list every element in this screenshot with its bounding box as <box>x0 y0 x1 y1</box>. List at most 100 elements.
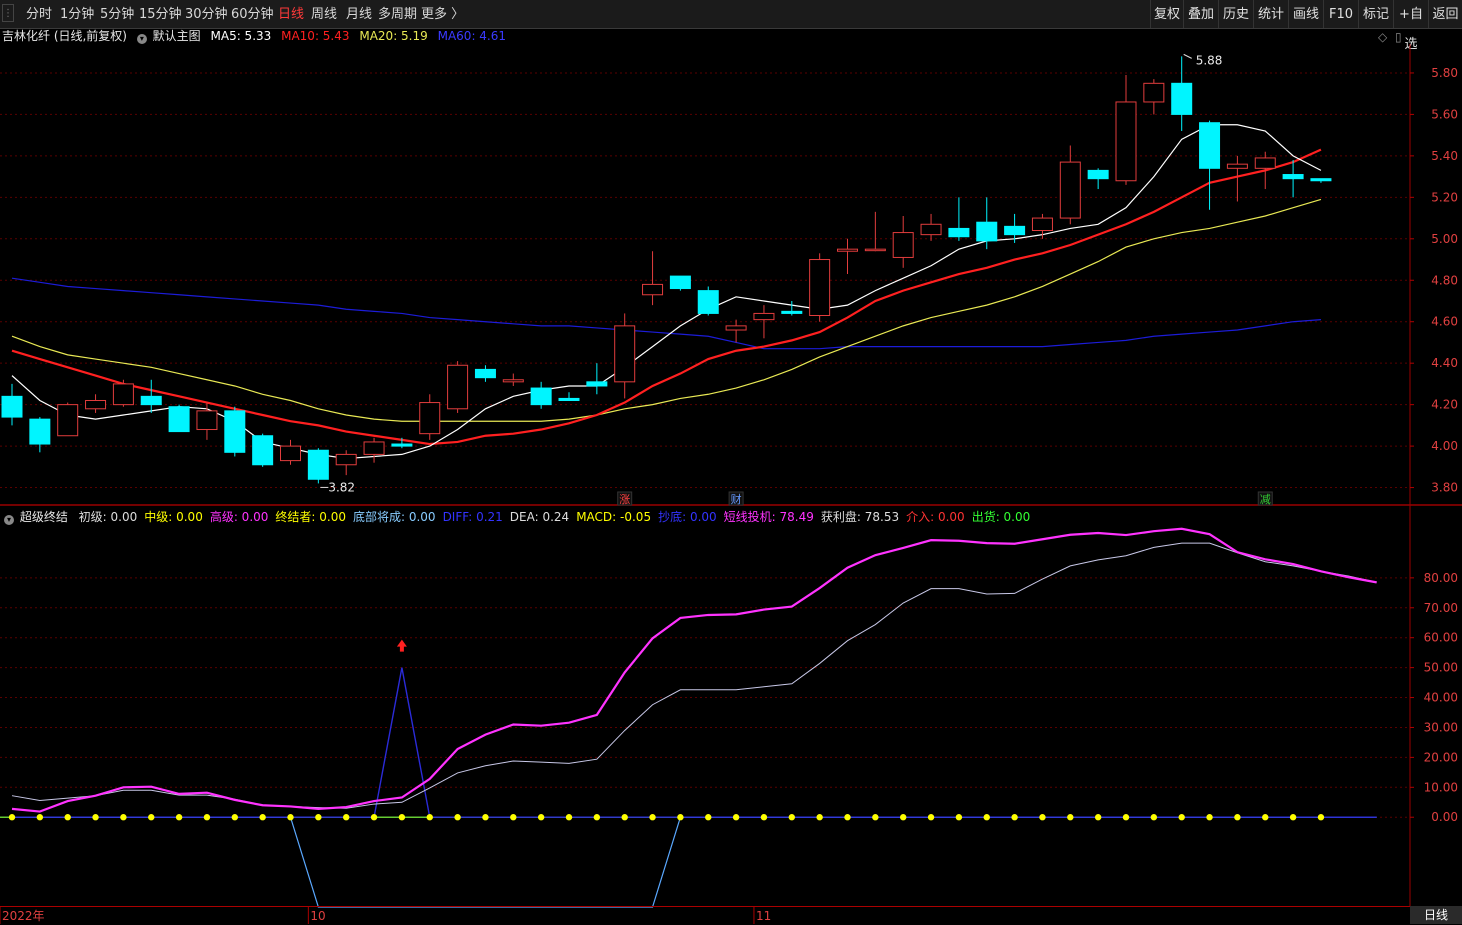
candle-body-41[interactable] <box>1143 82 1165 103</box>
candle-body-32[interactable] <box>892 232 914 258</box>
profit-line <box>11 542 1377 809</box>
signal-dot-41 <box>1150 814 1158 821</box>
signal-dot-44 <box>1234 814 1241 821</box>
main-tick-label-9: 5.60 <box>1431 107 1458 121</box>
signal-dot-21 <box>593 814 601 821</box>
candle-body-20[interactable] <box>558 397 580 401</box>
candle-body-5[interactable] <box>140 395 162 406</box>
sub-tick-label-3: 30.00 <box>1424 720 1458 734</box>
candle-body-25[interactable] <box>697 290 719 314</box>
signal-dot-30 <box>844 814 851 821</box>
main-tick-label-6: 5.00 <box>1431 232 1458 246</box>
candle-body-13[interactable] <box>363 441 385 455</box>
candle-body-14[interactable] <box>391 443 413 447</box>
signal-dot-36 <box>1011 814 1018 821</box>
signal-dot-11 <box>315 814 322 821</box>
candle-body-10[interactable] <box>280 445 301 462</box>
sub-tick-label-6: 60.00 <box>1424 631 1458 645</box>
candle-body-30[interactable] <box>837 248 858 252</box>
candle-body-16[interactable] <box>447 364 469 410</box>
candle-body-43[interactable] <box>1199 122 1221 169</box>
candle-body-38[interactable] <box>1059 161 1081 219</box>
signal-dot-5 <box>148 814 155 821</box>
signal-dot-0 <box>8 814 16 821</box>
candle-body-36[interactable] <box>1004 225 1026 236</box>
candle-body-29[interactable] <box>809 259 831 316</box>
signal-dot-43 <box>1206 814 1213 821</box>
signal-dot-16 <box>454 814 461 821</box>
candle-body-26[interactable] <box>725 325 747 331</box>
signal-dot-23 <box>649 814 656 821</box>
candle-body-7[interactable] <box>196 410 218 431</box>
candle-body-9[interactable] <box>252 435 274 466</box>
sub-tick-label-0: 0.00 <box>1431 810 1458 824</box>
candle-body-17[interactable] <box>474 368 496 379</box>
candle-body-19[interactable] <box>530 387 552 406</box>
sub-tick-label-5: 50.00 <box>1424 661 1458 675</box>
candle-body-28[interactable] <box>781 310 803 314</box>
signal-dot-14 <box>398 814 406 821</box>
candle-body-1[interactable] <box>29 418 51 445</box>
candle-body-46[interactable] <box>1282 174 1304 180</box>
signal-dot-19 <box>537 814 545 821</box>
signal-dot-39 <box>1094 814 1102 821</box>
sub-tick-label-1: 10.00 <box>1424 780 1458 794</box>
candle-body-37[interactable] <box>1031 217 1053 232</box>
signal-dot-17 <box>482 814 489 821</box>
candle-body-12[interactable] <box>335 453 357 466</box>
candle-body-4[interactable] <box>112 383 134 406</box>
signal-dot-12 <box>343 814 350 821</box>
signal-dot-31 <box>872 814 879 821</box>
signal-dot-7 <box>203 814 211 821</box>
main-tick-label-1: 4.00 <box>1431 439 1458 453</box>
candle-body-18[interactable] <box>502 379 524 383</box>
sub-tick-label-2: 20.00 <box>1424 750 1458 764</box>
main-tick-label-5: 4.80 <box>1431 273 1458 287</box>
signal-dot-2 <box>64 814 71 821</box>
candle-body-22[interactable] <box>614 325 636 383</box>
candle-body-15[interactable] <box>419 402 441 435</box>
candle-body-24[interactable] <box>669 275 691 290</box>
signal-dot-6 <box>175 814 183 821</box>
main-tick-label-10: 5.80 <box>1431 66 1458 80</box>
buy-signal-arrow-icon <box>396 639 407 652</box>
sub-tick-label-7: 70.00 <box>1424 601 1458 615</box>
candle-body-11[interactable] <box>307 449 329 480</box>
signal-dot-8 <box>231 814 238 821</box>
signal-dot-4 <box>120 814 127 821</box>
speculation-line <box>11 527 1377 813</box>
candle-body-34[interactable] <box>948 227 970 238</box>
candle-body-33[interactable] <box>920 223 942 236</box>
event-marker-1: 财 <box>731 492 742 506</box>
bottom-forming-line <box>12 816 1377 908</box>
chart-canvas[interactable]: 3.80 4.00 4.20 4.40 4.60 4.80 5.00 5.20 5.40 5.60… <box>0 0 1462 924</box>
candle-body-40[interactable] <box>1115 101 1137 182</box>
signal-dot-45 <box>1262 814 1269 821</box>
candle-body-2[interactable] <box>57 404 79 437</box>
signal-dot-32 <box>900 814 907 821</box>
candle-body-35[interactable] <box>976 221 998 242</box>
candle-body-23[interactable] <box>642 283 664 296</box>
high-arrow <box>1183 53 1192 59</box>
candle-body-42[interactable] <box>1171 82 1193 115</box>
signal-dot-10 <box>287 814 294 821</box>
signal-dot-27 <box>760 814 768 821</box>
candle-body-21[interactable] <box>586 381 608 387</box>
signal-dot-47 <box>1317 814 1325 821</box>
candle-body-8[interactable] <box>224 410 246 453</box>
period-tab-daily[interactable]: 日线 <box>1410 906 1462 924</box>
signal-dot-35 <box>983 814 990 821</box>
signal-dot-42 <box>1178 814 1185 821</box>
candle-body-27[interactable] <box>753 312 775 321</box>
candle-body-47[interactable] <box>1310 178 1332 182</box>
candle-body-31[interactable] <box>864 248 886 252</box>
candle-body-44[interactable] <box>1226 163 1248 169</box>
signal-dot-1 <box>36 814 44 821</box>
signal-dot-18 <box>510 814 517 821</box>
candle-body-39[interactable] <box>1087 169 1109 180</box>
candle-body-3[interactable] <box>85 399 107 410</box>
candle-body-0[interactable] <box>1 395 23 418</box>
candle-body-6[interactable] <box>168 406 190 433</box>
main-tick-label-4: 4.60 <box>1431 315 1458 329</box>
candle-body-45[interactable] <box>1254 157 1276 169</box>
